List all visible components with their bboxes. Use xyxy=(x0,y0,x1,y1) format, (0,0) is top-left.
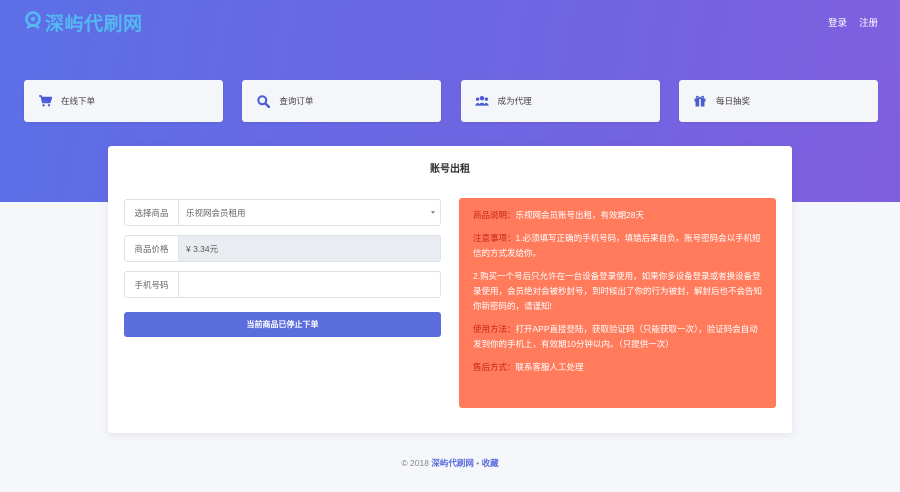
chevron-down-icon xyxy=(431,211,435,214)
notice-usage: 使用方法：打开APP直接登陆，获取验证码（只能获取一次），验证码会自动发到你的手… xyxy=(473,322,762,352)
notice-description: 商品说明：乐视网会员账号出租，有效期28天 xyxy=(473,208,762,223)
query-order-button[interactable]: 查询订单 xyxy=(242,80,442,122)
notice-cautions-text: 1.必须填写正确的手机号码，填错后果自负。账号密码会以手机短信的方式发给你。 xyxy=(473,233,761,258)
notice-description-key: 商品说明： xyxy=(473,210,516,220)
logo-text: 深屿代刷网 xyxy=(45,13,143,35)
panel-title: 账号出租 xyxy=(430,164,470,175)
quick-actions: 在线下单 查询订单 成为代理 每日抽奖 xyxy=(24,80,878,122)
notice-cautions-key: 注意事项： xyxy=(473,233,516,243)
register-link[interactable]: 注册 xyxy=(859,15,878,29)
search-icon xyxy=(256,94,270,108)
footer: © 2018 深屿代刷网 • 收藏 xyxy=(0,457,900,469)
become-agent-label: 成为代理 xyxy=(497,96,532,106)
site-logo[interactable]: 深屿代刷网 xyxy=(24,9,143,35)
notice-aftersale: 售后方式：联系客服人工处理 xyxy=(473,360,762,375)
footer-site-link[interactable]: 深屿代刷网 xyxy=(431,458,474,468)
notice-aftersale-text: 联系客服人工处理 xyxy=(515,362,584,372)
become-agent-button[interactable]: 成为代理 xyxy=(460,80,660,122)
notice-aftersale-key: 售后方式： xyxy=(473,362,516,372)
notice-usage-key: 使用方法： xyxy=(473,324,516,334)
product-select[interactable]: 乐视网会员租用 xyxy=(179,200,440,225)
notice-description-text: 乐视网会员账号出租，有效期28天 xyxy=(515,210,644,220)
product-select-value: 乐视网会员租用 xyxy=(186,207,246,218)
product-select-row: 选择商品 乐视网会员租用 xyxy=(124,199,441,226)
phone-label: 手机号码 xyxy=(125,272,179,297)
users-icon xyxy=(474,94,489,108)
notice-box: 商品说明：乐视网会员账号出租，有效期28天 注意事项：1.必须填写正确的手机号码… xyxy=(459,198,776,408)
query-order-label: 查询订单 xyxy=(279,96,314,106)
phone-input[interactable] xyxy=(186,272,440,297)
notice-cautions: 注意事项：1.必须填写正确的手机号码，填错后果自负。账号密码会以手机短信的方式发… xyxy=(473,231,762,261)
price-value: ¥ 3.34元 xyxy=(179,236,440,261)
login-link[interactable]: 登录 xyxy=(828,15,847,29)
logo-icon xyxy=(24,11,42,33)
notice-usage-text: 打开APP直接登陆，获取验证码（只能获取一次），验证码会自动发到你的手机上，有效… xyxy=(473,324,758,349)
notice-cautions-2: 2.购买一个号后只允许在一台设备登录使用，如果你多设备登录或者换设备登录使用，会… xyxy=(473,271,763,311)
daily-lottery-button[interactable]: 每日抽奖 xyxy=(678,80,878,122)
phone-field-wrap xyxy=(179,272,440,297)
top-nav: 登录 注册 xyxy=(828,15,878,29)
footer-copyright: © 2018 xyxy=(401,458,429,468)
submit-order-button[interactable]: 当前商品已停止下单 xyxy=(124,312,441,337)
footer-separator: • xyxy=(476,458,480,468)
price-label: 商品价格 xyxy=(125,236,179,261)
footer-bookmark-link[interactable]: 收藏 xyxy=(482,458,499,468)
cart-icon xyxy=(38,94,52,108)
order-online-label: 在线下单 xyxy=(61,96,96,106)
daily-lottery-label: 每日抽奖 xyxy=(715,96,750,106)
gift-icon xyxy=(693,94,707,108)
order-online-button[interactable]: 在线下单 xyxy=(24,80,223,122)
price-row: 商品价格 ¥ 3.34元 xyxy=(124,235,441,262)
rental-panel: 账号出租 选择商品 乐视网会员租用 商品价格 ¥ 3.34元 手机号码 当前商品… xyxy=(108,146,792,433)
phone-row: 手机号码 xyxy=(124,271,441,298)
product-label: 选择商品 xyxy=(125,200,179,225)
